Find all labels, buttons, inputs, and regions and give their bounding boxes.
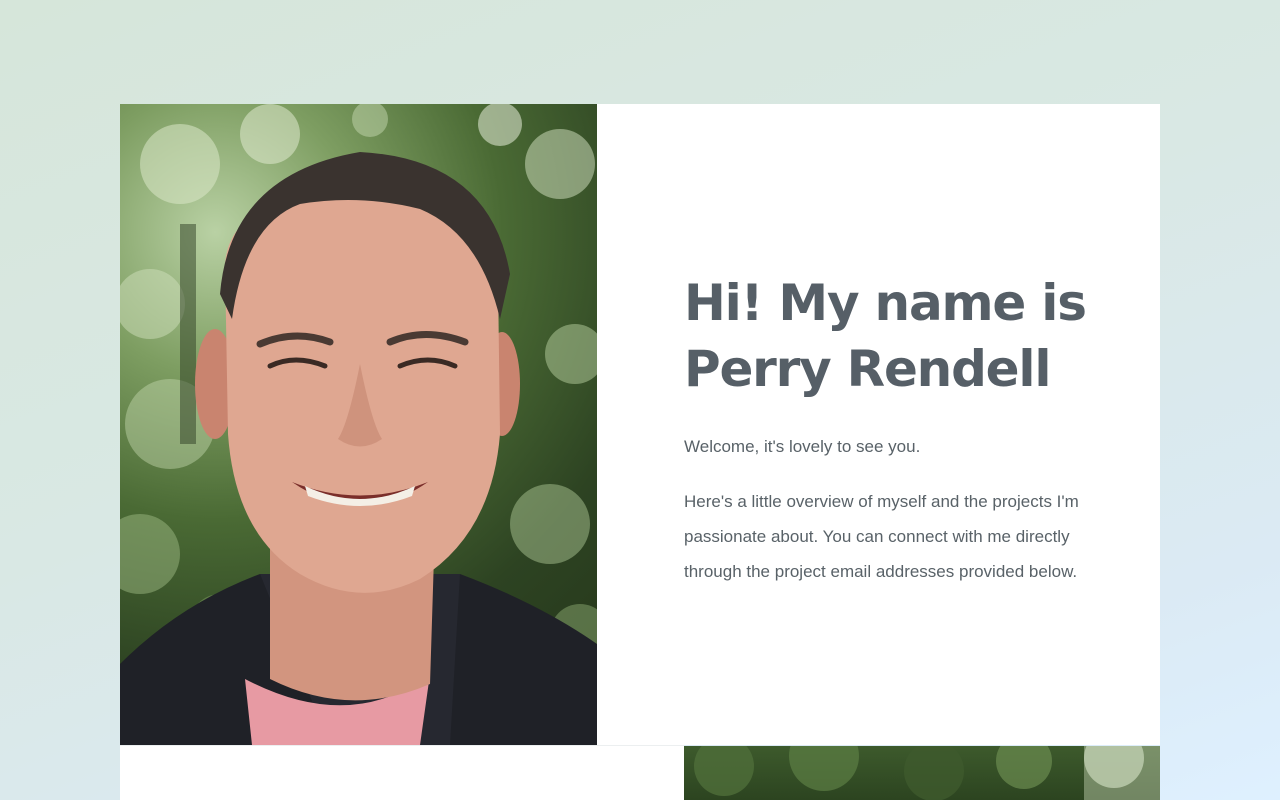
hero-intro: Hi! My name is Perry Rendell Welcome, it…	[684, 270, 1104, 589]
overview-text: Here's a little overview of myself and t…	[684, 492, 1079, 581]
page-title-line-1: Hi! My name is	[684, 274, 1087, 332]
next-section-photo	[684, 746, 1160, 800]
next-section-card	[120, 745, 684, 800]
page-title: Hi! My name is Perry Rendell	[684, 270, 1104, 402]
portrait-photo	[120, 104, 597, 745]
page-title-line-2: Perry Rendell	[684, 340, 1051, 398]
welcome-text: Welcome, it's lovely to see you.	[684, 437, 921, 456]
hero-card: Hi! My name is Perry Rendell Welcome, it…	[120, 104, 1160, 745]
